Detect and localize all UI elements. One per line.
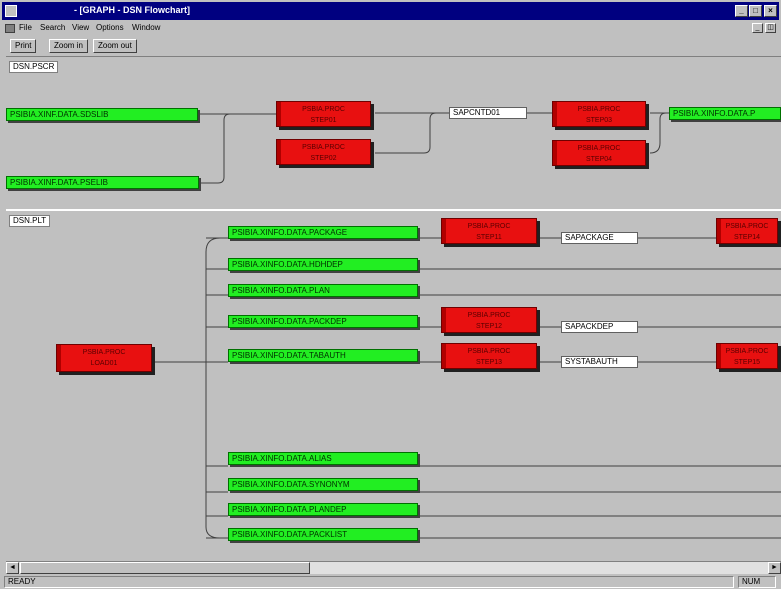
menu-window[interactable]: Window bbox=[132, 23, 160, 32]
scroll-right-arrow-icon[interactable]: ► bbox=[768, 562, 781, 574]
section-label: DSN.PSCR bbox=[9, 61, 59, 73]
status-bar: READY NUM bbox=[2, 576, 779, 589]
mdi-restore-button[interactable]: ◫ bbox=[765, 23, 776, 33]
dataset-node[interactable]: PSIBIA.XINF.DATA.SDSLIB bbox=[6, 108, 198, 121]
maximize-button[interactable]: □ bbox=[749, 5, 762, 17]
process-step-id: STEP11 bbox=[476, 234, 502, 241]
process-step-node[interactable]: PSBIA.PROC LOAD01 bbox=[56, 344, 152, 372]
window-title: - [GRAPH - DSN Flowchart] bbox=[74, 5, 190, 15]
process-step-node[interactable]: PSBIA.PROC STEP13 bbox=[441, 343, 537, 369]
zoom-out-button[interactable]: Zoom out bbox=[93, 39, 137, 53]
toolbar: Print Zoom in Zoom out bbox=[2, 38, 779, 54]
process-step-node[interactable]: PSBIA.PROC STEP12 bbox=[441, 307, 537, 333]
mdi-minimize-button[interactable]: _ bbox=[752, 23, 763, 33]
horizontal-scrollbar[interactable]: ◄ ► bbox=[6, 561, 781, 574]
dataset-node[interactable]: PSIBIA.XINFO.DATA.SYNONYM bbox=[228, 478, 418, 491]
application-window: - [GRAPH - DSN Flowchart] _ □ × File Sea… bbox=[0, 0, 781, 589]
dataset-node[interactable]: PSIBIA.XINFO.DATA.PLANDEP bbox=[228, 503, 418, 516]
process-step-name: PSBIA.PROC bbox=[82, 349, 126, 356]
status-text: READY bbox=[4, 576, 734, 588]
num-lock-indicator: NUM bbox=[738, 576, 776, 588]
process-step-id: LOAD01 bbox=[90, 360, 118, 367]
process-step-name: PSBIA.PROC bbox=[467, 348, 511, 355]
minimize-button[interactable]: _ bbox=[735, 5, 748, 17]
process-step-id: STEP02 bbox=[310, 155, 337, 162]
dataset-node[interactable]: PSIBIA.XINFO.DATA.ALIAS bbox=[228, 452, 418, 465]
process-step-name: PSBIA.PROC bbox=[577, 145, 621, 152]
menu-options[interactable]: Options bbox=[96, 23, 124, 32]
process-step-id: STEP04 bbox=[585, 156, 613, 163]
menu-search[interactable]: Search bbox=[40, 23, 65, 32]
title-bar[interactable]: - [GRAPH - DSN Flowchart] _ □ × bbox=[2, 2, 779, 20]
process-step-id: STEP15 bbox=[733, 359, 761, 366]
scroll-left-arrow-icon[interactable]: ◄ bbox=[6, 562, 19, 574]
process-step-name: PSBIA.PROC bbox=[302, 144, 345, 151]
process-step-node[interactable]: PSBIA.PROC STEP03 bbox=[552, 101, 646, 127]
process-step-node[interactable]: PSBIA.PROC STEP02 bbox=[276, 139, 371, 165]
process-step-name: PSBIA.PROC bbox=[725, 223, 769, 230]
menu-file[interactable]: File bbox=[19, 23, 32, 32]
dataset-node[interactable]: PSIBIA.XINF.DATA.PSELIB bbox=[6, 176, 199, 189]
document-menu-icon[interactable] bbox=[5, 24, 15, 33]
flowchart-canvas[interactable]: DSN.PSCR PSIBIA.XINF.DATA.SDSLIB PSIBIA.… bbox=[6, 56, 781, 554]
dataset-node[interactable]: PSIBIA.XINFO.DATA.PACKDEP bbox=[228, 315, 418, 328]
dataset-node[interactable]: PSIBIA.XINFO.DATA.PACKAGE bbox=[228, 226, 418, 239]
print-button[interactable]: Print bbox=[10, 39, 37, 53]
process-step-node[interactable]: PSBIA.PROC STEP15 bbox=[716, 343, 778, 369]
process-step-node[interactable]: PSBIA.PROC STEP14 bbox=[716, 218, 778, 244]
process-step-name: PSBIA.PROC bbox=[302, 106, 345, 113]
dataset-node[interactable]: PSIBIA.XINFO.DATA.TABAUTH bbox=[228, 349, 418, 362]
process-step-node[interactable]: PSBIA.PROC STEP11 bbox=[441, 218, 537, 244]
flowchart-section-pscr: DSN.PSCR PSIBIA.XINF.DATA.SDSLIB PSIBIA.… bbox=[6, 57, 781, 205]
process-step-name: PSBIA.PROC bbox=[725, 348, 769, 355]
dataset-node[interactable]: PSIBIA.XINFO.DATA.PACKLIST bbox=[228, 528, 418, 541]
system-menu-icon[interactable] bbox=[5, 5, 17, 17]
process-step-node[interactable]: PSBIA.PROC STEP01 bbox=[276, 101, 371, 127]
table-node[interactable]: SYSTABAUTH bbox=[561, 356, 638, 368]
process-step-node[interactable]: PSBIA.PROC STEP04 bbox=[552, 140, 646, 166]
process-step-id: STEP13 bbox=[475, 359, 503, 366]
close-button[interactable]: × bbox=[764, 5, 777, 17]
menu-view[interactable]: View bbox=[72, 23, 89, 32]
section-label: DSN.PLT bbox=[9, 215, 51, 227]
dataset-node[interactable]: PSIBIA.XINFO.DATA.HDHDEP bbox=[228, 258, 418, 271]
menu-bar: File Search View Options Window bbox=[2, 21, 779, 36]
process-step-id: STEP12 bbox=[475, 323, 503, 330]
process-step-id: STEP03 bbox=[585, 117, 613, 124]
process-step-name: PSBIA.PROC bbox=[577, 106, 621, 113]
process-step-id: STEP14 bbox=[733, 234, 761, 241]
table-node[interactable]: SAPACKAGE bbox=[561, 232, 638, 244]
table-node[interactable]: SAPCNTD01 bbox=[449, 107, 527, 119]
process-step-name: PSBIA.PROC bbox=[467, 223, 511, 230]
process-step-name: PSBIA.PROC bbox=[467, 312, 511, 319]
table-node[interactable]: SAPACKDEP bbox=[561, 321, 638, 333]
zoom-in-button[interactable]: Zoom in bbox=[49, 39, 88, 53]
dataset-node[interactable]: PSIBIA.XINFO.DATA.P bbox=[669, 107, 781, 120]
scroll-thumb[interactable] bbox=[20, 562, 310, 574]
process-step-id: STEP01 bbox=[310, 117, 337, 124]
dataset-node[interactable]: PSIBIA.XINFO.DATA.PLAN bbox=[228, 284, 418, 297]
